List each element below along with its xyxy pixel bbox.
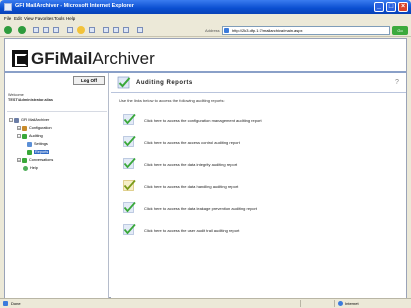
favorites-icon[interactable] [77,26,85,34]
search-icon[interactable] [67,27,73,33]
settings-icon [27,141,32,147]
menu-tools[interactable]: Tools [54,16,65,21]
report-link-row[interactable]: Click here to access the data leakage pr… [123,201,393,215]
logo-mail: Mail [59,49,93,68]
page-icon [224,28,229,33]
username-text: TEST\Administrator.alias [8,98,53,102]
gear-icon [22,125,27,131]
tree-label: Reports [34,150,50,154]
logoff-button[interactable]: Log Off [73,76,105,85]
menu-view[interactable]: View [24,16,34,21]
report-link-row[interactable]: Click here to access the configuration m… [123,113,393,127]
status-divider [334,300,335,307]
brand-header: GFiMailArchiver [5,39,406,73]
main-content: Auditing Reports ? Use the links below t… [111,73,406,298]
security-zone: Internet [345,301,359,306]
product-logo: GFiMailArchiver [31,49,155,69]
report-link-row[interactable]: Click here to access the data integrity … [123,157,393,171]
refresh-icon[interactable] [43,27,49,33]
menu-file[interactable]: File [4,16,11,21]
maximize-button[interactable]: □ [386,2,396,12]
web-page: GFiMailArchiver Log Off Welcome TEST\Adm… [4,38,407,298]
tree-label: GFI MailArchiver [21,118,50,122]
tree-item-auditing[interactable]: - Auditing [17,133,43,139]
content-header: Auditing Reports ? [111,73,406,93]
navigation-panel: Log Off Welcome TEST\Administrator.alias… [5,73,109,298]
tree-label: Conversations [29,158,54,162]
check-icon [123,113,136,125]
status-bar: Done Internet [0,298,411,308]
expand-toggle-icon[interactable]: + [17,158,21,162]
menu-help[interactable]: Help [66,16,75,21]
mail-icon[interactable] [103,27,109,33]
collapse-toggle-icon[interactable]: - [9,118,13,122]
navigation-tree: - GFI MailArchiver + Configuration - Auditi… [7,111,107,291]
report-link[interactable]: Click here to access the data integrity … [144,162,237,167]
intro-text: Use the links below to access the follow… [119,98,225,103]
window-titlebar[interactable]: GFI MailArchiver - Microsoft Internet Ex… [0,0,411,14]
report-link-row[interactable]: Click here to access the user audit trai… [123,223,393,237]
messenger-icon[interactable] [137,27,143,33]
status-text: Done [11,301,21,306]
help-icon[interactable]: ? [395,79,399,86]
menu-edit[interactable]: Edit [14,16,22,21]
close-button[interactable]: × [398,2,408,12]
back-icon[interactable] [4,26,12,34]
report-link-row[interactable]: Click here to access the access control … [123,135,393,149]
report-link[interactable]: Click here to access the configuration m… [144,118,262,123]
menu-favorites[interactable]: Favorites [35,16,54,21]
address-input[interactable]: http://2k3.dfp.1:7/mailarchiva/main.aspx [222,26,390,35]
help-icon [23,165,28,171]
tree-label: Help [30,166,38,170]
home-icon[interactable] [53,27,59,33]
report-link[interactable]: Click here to access the access control … [144,140,240,145]
minimize-button[interactable]: _ [374,2,384,12]
menu-bar: File Edit View Favorites Tools Help [0,14,411,23]
report-icon [27,149,32,155]
tree-item-conversations[interactable]: + Conversations [17,157,53,163]
internet-zone-icon [338,301,343,306]
history-icon[interactable] [89,27,95,33]
conversation-icon [22,157,27,163]
status-divider [300,300,301,307]
page-title: Auditing Reports [136,80,193,86]
report-link[interactable]: Click here to access the data handling a… [144,184,238,189]
check-icon [123,223,136,235]
logo-archiver: Archiver [92,49,155,68]
tree-label: Configuration [29,126,52,130]
auditing-check-icon [117,76,131,89]
report-link-row[interactable]: Click here to access the data handling a… [123,179,393,193]
report-link[interactable]: Click here to access the user audit trai… [144,228,239,233]
collapse-toggle-icon[interactable]: - [17,134,21,138]
tree-label: Auditing [29,134,43,138]
gfi-logo-icon [12,50,28,67]
expand-toggle-icon[interactable]: + [17,126,21,130]
check-icon [22,133,27,139]
report-link[interactable]: Click here to access the data leakage pr… [144,206,257,211]
tree-item-configuration[interactable]: + Configuration [17,125,52,131]
stop-icon[interactable] [33,27,39,33]
tree-label: Settings [34,142,48,146]
forward-icon[interactable] [18,26,26,34]
user-info: Welcome TEST\Administrator.alias [8,93,53,103]
ie-icon [4,3,12,11]
tree-item-settings[interactable]: Settings [27,141,48,147]
check-icon [123,135,136,147]
page-done-icon [3,301,8,306]
tree-item-help[interactable]: Help [23,165,38,171]
computer-icon [14,117,19,123]
tree-item-reports[interactable]: Reports [27,149,50,155]
check-icon [123,201,136,213]
browser-toolbar: Address http://2k3.dfp.1:7/mailarchiva/m… [0,23,411,37]
check-icon [123,157,136,169]
tree-item-root[interactable]: - GFI MailArchiver [9,117,49,123]
logo-gfi: GFi [31,49,60,68]
print-icon[interactable] [113,27,119,33]
check-icon [123,179,136,191]
address-label: Address [205,28,220,33]
edit-icon[interactable] [123,27,129,33]
go-button[interactable]: Go [392,26,408,35]
window-title: GFI MailArchiver - Microsoft Internet Ex… [15,3,134,9]
